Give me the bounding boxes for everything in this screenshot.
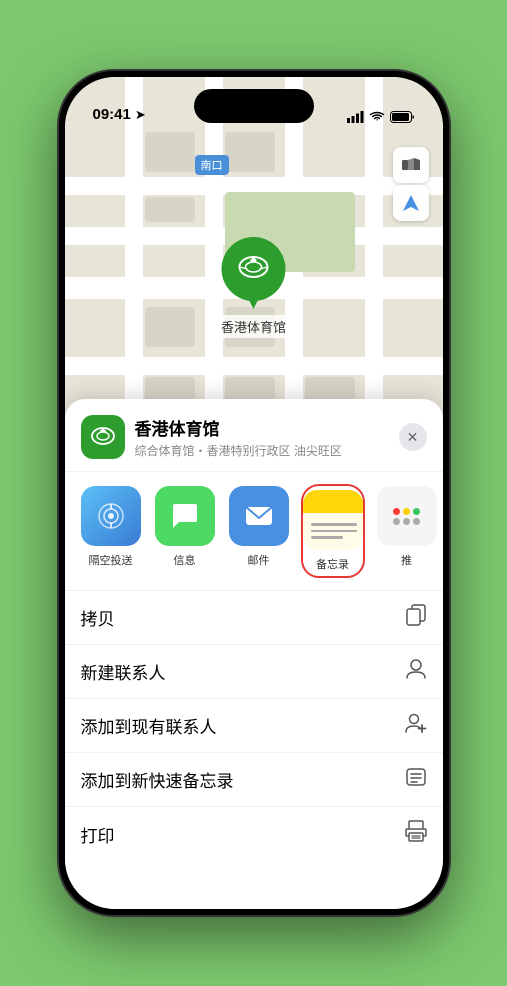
venue-icon [81, 415, 125, 459]
location-arrow-icon [402, 194, 420, 212]
menu-item-quick-note[interactable]: 添加到新快速备忘录 [65, 753, 443, 807]
map-block1 [145, 132, 195, 172]
copy-label: 拷贝 [81, 605, 115, 630]
dynamic-island [194, 89, 314, 123]
venue-header: 香港体育馆 综合体育馆・香港特别行政区 油尖旺区 ✕ [65, 399, 443, 472]
share-item-notes[interactable]: 备忘录 [303, 486, 363, 576]
message-svg [169, 500, 201, 532]
phone-frame: 09:41 ➤ [59, 71, 449, 915]
share-item-message[interactable]: 信息 [155, 486, 215, 576]
map-type-icon [401, 155, 421, 175]
mail-icon-wrap [229, 486, 289, 546]
road-h4 [65, 357, 443, 375]
notes-line3 [311, 536, 343, 539]
share-row: 隔空投送 信息 [65, 472, 443, 591]
menu-item-add-existing[interactable]: 添加到现有联系人 [65, 699, 443, 753]
dot-green [413, 508, 420, 515]
copy-icon [405, 604, 427, 632]
south-entrance-label: 南口 [195, 155, 229, 175]
person-icon [405, 658, 427, 686]
menu-item-print[interactable]: 打印 [65, 807, 443, 861]
more-label: 推 [401, 552, 412, 568]
share-item-more[interactable]: 推 [377, 486, 437, 576]
signal-icon [347, 111, 364, 123]
venue-subtitle: 综合体育馆・香港特别行政区 油尖旺区 [135, 442, 399, 459]
more-dots-row2 [393, 518, 420, 525]
share-item-airdrop[interactable]: 隔空投送 [81, 486, 141, 576]
message-label: 信息 [174, 552, 196, 568]
notes-icon-wrap [303, 490, 363, 550]
print-icon [405, 820, 427, 848]
close-button[interactable]: ✕ [399, 423, 427, 451]
message-icon-wrap [155, 486, 215, 546]
map-block3 [145, 197, 195, 222]
copy-svg [405, 604, 427, 626]
pin-label: 香港体育馆 [215, 315, 292, 338]
person-add-icon [405, 712, 427, 740]
bottom-sheet: 香港体育馆 综合体育馆・香港特别行政区 油尖旺区 ✕ [65, 399, 443, 909]
airdrop-label: 隔空投送 [89, 552, 133, 568]
map-block2 [225, 132, 275, 172]
quick-note-svg [405, 766, 427, 788]
notes-label: 备忘录 [316, 556, 349, 572]
south-entrance-text: 南口 [201, 160, 223, 172]
location-icon: ➤ [135, 107, 146, 123]
airdrop-svg [95, 500, 127, 532]
dot-gray2 [403, 518, 410, 525]
status-time: 09:41 [93, 106, 131, 123]
mail-label: 邮件 [248, 552, 270, 568]
print-label: 打印 [81, 822, 115, 847]
map-type-button[interactable] [393, 147, 429, 183]
dot-red [393, 508, 400, 515]
new-contact-label: 新建联系人 [81, 659, 166, 684]
stadium-icon [235, 251, 271, 287]
quick-note-label: 添加到新快速备忘录 [81, 767, 234, 792]
location-button[interactable] [393, 185, 429, 221]
print-svg [405, 820, 427, 842]
dot-gray3 [413, 518, 420, 525]
venue-map-icon [89, 423, 117, 451]
notes-line2 [311, 530, 357, 533]
location-pin: 香港体育馆 [215, 237, 292, 338]
mail-svg [243, 500, 275, 532]
menu-item-copy[interactable]: 拷贝 [65, 591, 443, 645]
map-controls [393, 147, 429, 221]
more-icon-wrap [377, 486, 437, 546]
airdrop-icon [81, 486, 141, 546]
notes-lines-container [303, 501, 363, 539]
wifi-icon [369, 111, 385, 123]
add-existing-label: 添加到现有联系人 [81, 713, 217, 738]
person-svg [405, 658, 427, 680]
venue-name: 香港体育馆 [135, 415, 399, 440]
status-icons [347, 111, 415, 123]
pin-icon [221, 237, 285, 301]
map-block4 [145, 307, 195, 347]
quick-note-icon [405, 766, 427, 794]
more-dots-row1 [393, 508, 420, 515]
person-add-svg [405, 712, 427, 734]
dot-yellow [403, 508, 410, 515]
notes-line1 [311, 523, 357, 526]
menu-item-new-contact[interactable]: 新建联系人 [65, 645, 443, 699]
share-item-mail[interactable]: 邮件 [229, 486, 289, 576]
dot-gray1 [393, 518, 400, 525]
venue-info: 香港体育馆 综合体育馆・香港特别行政区 油尖旺区 [135, 415, 399, 459]
phone-screen: 09:41 ➤ [65, 77, 443, 909]
battery-icon [390, 111, 415, 123]
